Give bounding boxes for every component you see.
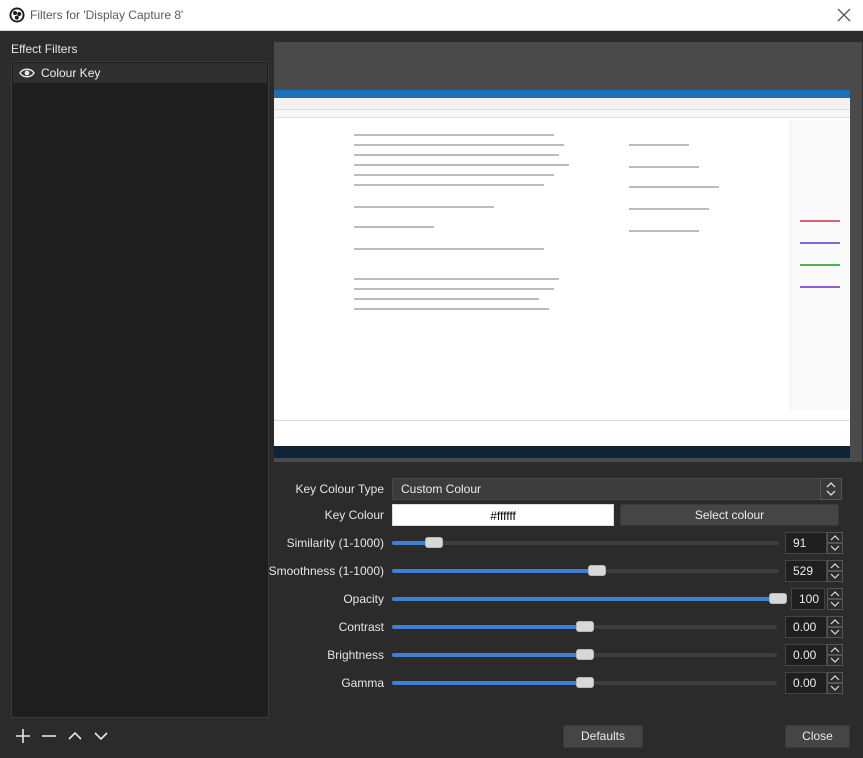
- title-bar: Filters for 'Display Capture 8': [0, 0, 863, 31]
- gamma-label: Gamma: [341, 676, 384, 690]
- similarity-slider-handle[interactable]: [425, 537, 443, 548]
- gamma-slider[interactable]: [392, 677, 777, 688]
- similarity-spin-buttons[interactable]: [827, 532, 843, 554]
- key-colour-type-label: Key Colour Type: [295, 482, 385, 496]
- similarity-row: Similarity (1-1000) 91: [274, 532, 863, 554]
- spin-up-down-icon: [827, 644, 843, 666]
- brightness-value-input[interactable]: 0.00: [785, 644, 827, 666]
- similarity-value-input[interactable]: 91: [785, 532, 827, 554]
- filter-properties: Key Colour Type Custom Colour Key Colour…: [269, 474, 863, 696]
- smoothness-value-input[interactable]: 529: [785, 560, 827, 582]
- plus-icon: [16, 729, 30, 743]
- gamma-value-input[interactable]: 0.00: [785, 672, 827, 694]
- key-colour-type-row: Key Colour Type Custom Colour: [274, 478, 863, 500]
- chevron-up-down-icon: [826, 482, 836, 496]
- contrast-slider[interactable]: [392, 621, 777, 632]
- defaults-button[interactable]: Defaults: [563, 725, 643, 748]
- add-filter-button[interactable]: [13, 726, 33, 746]
- spin-up-down-icon: [827, 588, 843, 610]
- brightness-slider[interactable]: [392, 649, 777, 660]
- brightness-spin-buttons[interactable]: [827, 644, 843, 666]
- key-colour-label: Key Colour: [324, 508, 384, 522]
- move-filter-down-button[interactable]: [91, 726, 111, 746]
- obs-logo-icon: [9, 7, 25, 23]
- remove-filter-button[interactable]: [39, 726, 59, 746]
- window-title: Filters for 'Display Capture 8': [30, 8, 184, 22]
- filter-list-toolbar: [13, 726, 111, 746]
- smoothness-label: Smoothness (1-1000): [268, 564, 384, 578]
- key-colour-type-select[interactable]: Custom Colour: [392, 478, 842, 500]
- contrast-label: Contrast: [338, 620, 384, 634]
- close-window-icon[interactable]: [835, 6, 853, 24]
- smoothness-spin-buttons[interactable]: [827, 560, 843, 582]
- filter-list[interactable]: Colour Key: [11, 61, 269, 718]
- contrast-row: Contrast 0.00: [274, 616, 863, 638]
- key-colour-row: Key Colour #ffffff Select colour: [274, 504, 863, 526]
- gamma-spin-buttons[interactable]: [827, 672, 843, 694]
- move-filter-up-button[interactable]: [65, 726, 85, 746]
- opacity-label: Opacity: [343, 592, 384, 606]
- gamma-slider-handle[interactable]: [576, 677, 594, 688]
- key-colour-swatch[interactable]: #ffffff: [392, 504, 614, 526]
- filter-item-label: Colour Key: [41, 66, 101, 80]
- contrast-slider-handle[interactable]: [576, 621, 594, 632]
- contrast-spin-buttons[interactable]: [827, 616, 843, 638]
- brightness-row: Brightness 0.00: [274, 644, 863, 666]
- brightness-slider-handle[interactable]: [576, 649, 594, 660]
- display-capture-preview: [274, 90, 850, 458]
- opacity-value-input[interactable]: 100: [791, 588, 825, 610]
- smoothness-row: Smoothness (1-1000) 529: [269, 560, 863, 582]
- select-arrows[interactable]: [820, 478, 842, 500]
- eye-icon[interactable]: [19, 67, 35, 79]
- similarity-label: Similarity (1-1000): [286, 536, 384, 550]
- spin-up-down-icon: [827, 560, 843, 582]
- filter-item-colour-key[interactable]: Colour Key: [13, 63, 267, 83]
- minus-icon: [42, 735, 56, 737]
- gamma-row: Gamma 0.00: [274, 672, 863, 694]
- smoothness-slider-handle[interactable]: [588, 565, 606, 576]
- effect-filters-header: Effect Filters: [11, 42, 78, 56]
- contrast-value-input[interactable]: 0.00: [785, 616, 827, 638]
- smoothness-slider[interactable]: [392, 565, 779, 576]
- similarity-slider[interactable]: [392, 537, 779, 548]
- opacity-spin-buttons[interactable]: [827, 588, 843, 610]
- filter-preview: [274, 42, 862, 462]
- opacity-slider[interactable]: [392, 593, 787, 604]
- opacity-row: Opacity 100: [274, 588, 863, 610]
- close-button[interactable]: Close: [785, 725, 850, 748]
- select-colour-button[interactable]: Select colour: [620, 504, 839, 526]
- chevron-down-icon: [94, 732, 108, 741]
- opacity-slider-handle[interactable]: [769, 593, 787, 604]
- brightness-label: Brightness: [327, 648, 384, 662]
- spin-up-down-icon: [827, 532, 843, 554]
- spin-up-down-icon: [827, 672, 843, 694]
- spin-up-down-icon: [827, 616, 843, 638]
- chevron-up-icon: [68, 731, 82, 740]
